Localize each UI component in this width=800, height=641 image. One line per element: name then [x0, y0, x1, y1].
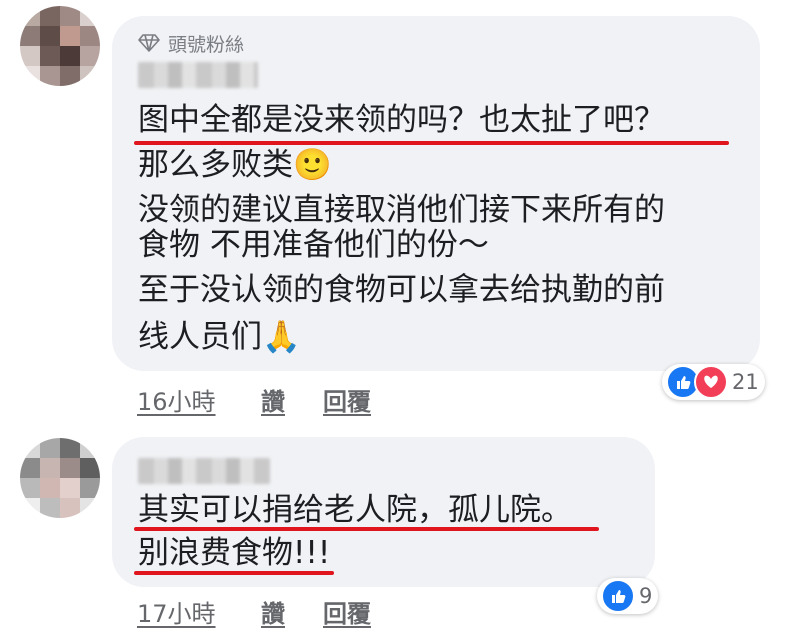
comment-text-line: 食物 不用准备他们的份～	[138, 227, 489, 263]
commenter-name-redacted[interactable]	[138, 62, 258, 88]
timestamp-link[interactable]: 16小時	[137, 382, 216, 417]
love-reaction-icon	[694, 365, 728, 399]
commenter-name-redacted[interactable]	[138, 458, 270, 484]
comment-text-line: 别浪费食物!!!	[138, 535, 331, 571]
commenter-avatar[interactable]	[20, 6, 100, 86]
badge-label: 頭號粉絲	[168, 33, 245, 56]
comment-text-line: 线人员们🙏	[138, 319, 301, 355]
reaction-summary[interactable]: 21	[662, 364, 765, 400]
comment-text-line: 图中全都是没来领的吗？也太扯了吧？	[138, 102, 665, 138]
diamond-icon	[138, 34, 160, 52]
red-underline	[134, 571, 334, 575]
red-underline	[134, 527, 599, 531]
comment-text-line: 至于没认领的食物可以拿去给执勤的前	[138, 272, 665, 308]
reaction-count: 9	[639, 584, 653, 608]
commenter-avatar[interactable]	[20, 438, 100, 518]
reply-button[interactable]: 回覆	[323, 594, 371, 629]
top-fan-badge: 頭號粉絲	[138, 30, 244, 56]
reaction-summary[interactable]: 9	[597, 578, 659, 614]
like-reaction-icon	[601, 579, 635, 613]
reply-button[interactable]: 回覆	[323, 382, 371, 417]
comment-text-line: 那么多败类🙂	[138, 147, 332, 183]
like-button[interactable]: 讚	[261, 382, 285, 417]
comment-text-line: 其实可以捐给老人院，孤儿院。	[138, 492, 572, 528]
reaction-count: 21	[732, 370, 759, 394]
timestamp-link[interactable]: 17小時	[137, 594, 216, 629]
comment-text-line: 没领的建议直接取消他们接下来所有的	[138, 192, 665, 228]
like-button[interactable]: 讚	[261, 594, 285, 629]
